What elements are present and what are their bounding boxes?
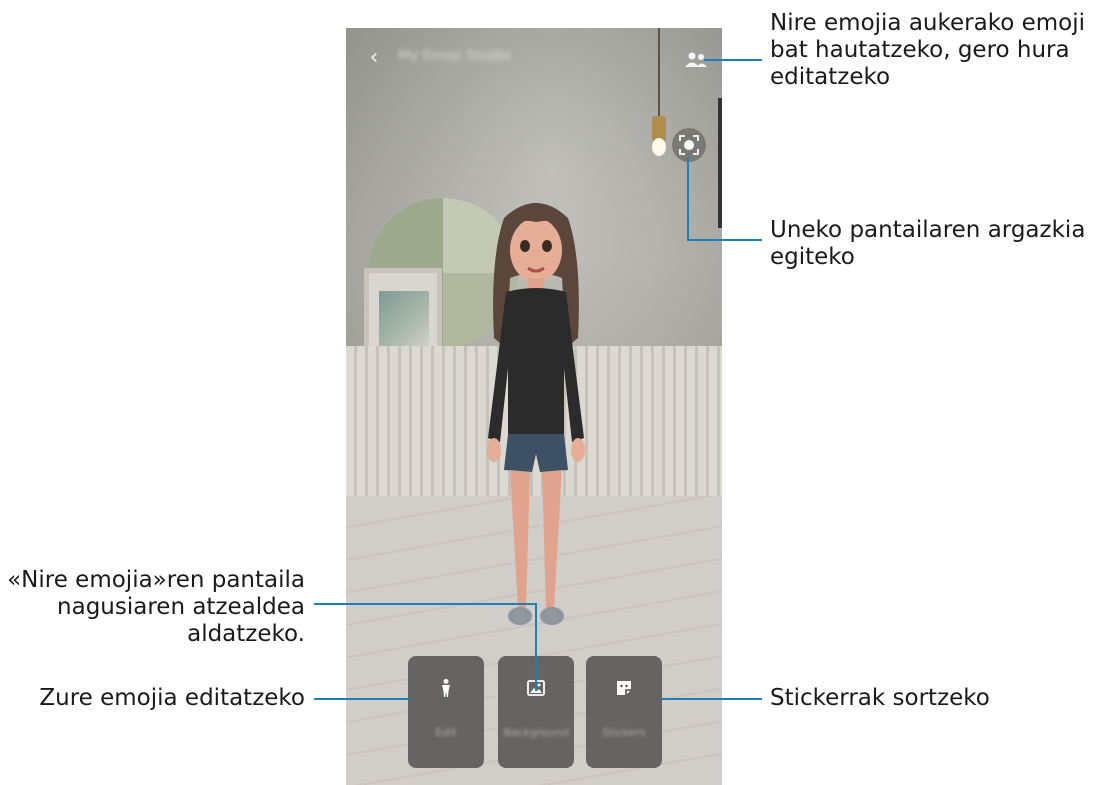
app-title: My Emoji Studio [398,48,511,64]
emoji-avatar[interactable] [466,188,606,658]
stickers-button[interactable]: Stickers [586,656,662,768]
callout-line-edit [314,698,409,700]
lamp-cord [658,28,660,118]
callout-capture: Uneko pantailaren argazkia egiteko [770,217,1086,270]
side-handle [718,98,722,228]
callout-select-emoji: Nire emojia aukerako emoji bat hautatzek… [770,10,1085,90]
person-icon [442,679,450,697]
callout-edit: Zure emojia editatzeko [39,685,305,711]
back-button[interactable]: ‹ [362,46,386,70]
callout-stickers: Stickerrak sortzeko [770,685,990,711]
stickers-label: Stickers [602,726,646,739]
callout-line-stickers [662,698,762,700]
callout-background: «Nire emojia»ren pantaila nagusiaren atz… [7,567,305,647]
sticker-icon [617,681,631,695]
capture-button[interactable] [672,128,706,162]
edit-button[interactable]: Edit [408,656,484,768]
face-capture-icon [679,135,699,155]
callout-line-background-h [314,603,536,605]
callout-line-capture-h [687,239,762,241]
callout-line-select-emoji [704,59,762,61]
callout-line-capture-v [687,158,689,240]
callout-line-background-v [535,603,537,691]
chevron-left-icon: ‹ [369,45,379,70]
edit-label: Edit [435,726,457,739]
phone-screen: ‹ My Emoji Studio Edit Background Sticke… [346,28,722,785]
background-label: Background [503,726,569,739]
lamp-bulb [652,138,666,156]
